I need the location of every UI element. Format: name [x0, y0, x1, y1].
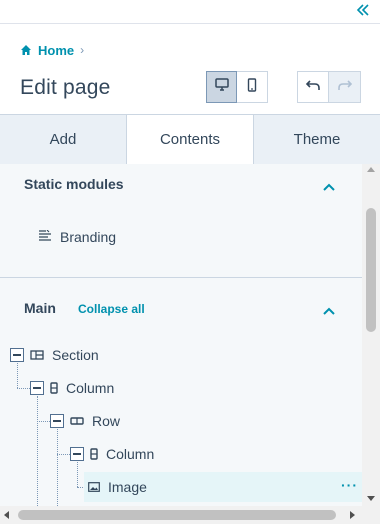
main-heading: Main: [24, 300, 56, 316]
module-label: Branding: [60, 229, 117, 245]
home-icon: [20, 44, 32, 56]
tree-item-row[interactable]: Row: [50, 410, 120, 432]
scroll-up-icon[interactable]: [367, 167, 375, 172]
tree-item-section[interactable]: Section: [10, 344, 99, 366]
tree-item-image[interactable]: Image ···: [84, 472, 362, 502]
image-icon: [88, 482, 100, 492]
tree-connector: [17, 363, 18, 388]
redo-icon: [337, 78, 353, 96]
tree-item-label: Row: [92, 413, 121, 429]
horizontal-scroll-thumb[interactable]: [18, 510, 336, 520]
page-title: Edit page: [20, 76, 111, 99]
device-toggle: [206, 71, 268, 103]
scroll-left-icon[interactable]: [4, 511, 9, 519]
collapse-all-link[interactable]: Collapse all: [78, 302, 145, 316]
breadcrumb-separator: ›: [80, 43, 85, 57]
scroll-right-icon[interactable]: [350, 511, 355, 519]
section-icon: [30, 350, 44, 360]
contents-panel: Static modules Branding Main Collapse al…: [0, 164, 362, 506]
module-branding[interactable]: Branding: [38, 229, 116, 245]
desktop-view-button[interactable]: [206, 71, 237, 103]
vertical-scroll-thumb[interactable]: [366, 208, 376, 332]
tree-connector: [37, 396, 38, 506]
column-icon: [50, 382, 58, 394]
more-options-icon[interactable]: ···: [341, 478, 358, 492]
mobile-icon: [247, 77, 257, 97]
undo-button[interactable]: [297, 71, 329, 103]
tree-item-image-content: Image: [88, 476, 147, 498]
collapse-toggle[interactable]: [70, 447, 84, 461]
horizontal-scrollbar[interactable]: [0, 506, 380, 524]
tree-connector: [17, 388, 30, 389]
redo-button[interactable]: [329, 71, 361, 103]
collapse-toggle[interactable]: [30, 381, 44, 395]
section-divider: [0, 277, 362, 278]
collapse-static-modules-chevron-up-icon[interactable]: [322, 179, 336, 191]
text-align-icon: [38, 229, 60, 245]
history-controls: [297, 71, 361, 103]
tab-bar: Add Contents Theme: [0, 114, 380, 165]
tree-item-label: Column: [66, 380, 115, 396]
tree-item-label: Section: [52, 347, 99, 363]
row-icon: [70, 417, 84, 425]
tree-connector: [57, 429, 58, 506]
tree-connector: [57, 454, 70, 455]
tree-item-column[interactable]: Column: [30, 377, 114, 399]
scroll-down-icon[interactable]: [367, 496, 375, 501]
collapse-main-chevron-up-icon[interactable]: [322, 303, 336, 315]
tree-item-column[interactable]: Column: [70, 443, 154, 465]
tab-theme[interactable]: Theme: [254, 115, 380, 165]
mobile-view-button[interactable]: [237, 71, 268, 103]
desktop-icon: [214, 78, 229, 96]
breadcrumb-home-link[interactable]: Home: [38, 43, 74, 58]
collapse-toggle[interactable]: [10, 348, 24, 362]
tab-add[interactable]: Add: [0, 115, 127, 165]
collapse-toggle[interactable]: [50, 414, 64, 428]
static-modules-heading: Static modules: [24, 176, 124, 192]
tree-connector: [77, 462, 78, 487]
top-bar: [0, 0, 380, 24]
undo-icon: [305, 78, 321, 96]
tree-item-label: Column: [106, 446, 155, 462]
tab-contents[interactable]: Contents: [127, 115, 254, 165]
double-chevron-left-icon[interactable]: [354, 3, 372, 21]
breadcrumb: Home ›: [20, 42, 84, 58]
tree-item-label: Image: [108, 479, 147, 495]
vertical-scrollbar[interactable]: [362, 164, 380, 506]
tree-connector: [37, 421, 50, 422]
column-icon: [90, 448, 98, 460]
